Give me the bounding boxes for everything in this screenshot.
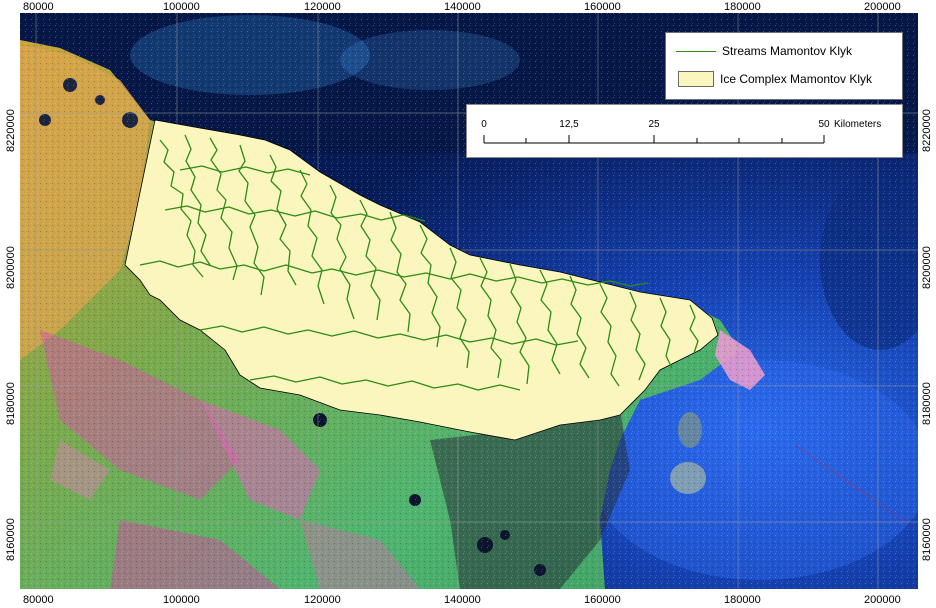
- x-tick-label: 160000: [584, 594, 621, 606]
- y-axis-right: 8220000 8200000 8180000 8160000: [921, 109, 933, 561]
- legend-item-streams: Streams Mamontov Klyk: [676, 41, 852, 61]
- y-tick-label: 8200000: [5, 246, 17, 289]
- y-tick-label: 8220000: [921, 109, 933, 152]
- y-axis-left: 8220000 8200000 8180000 8160000: [5, 109, 17, 561]
- x-tick-label: 180000: [724, 594, 761, 606]
- x-tick-label: 100000: [163, 1, 200, 13]
- x-axis-bottom: 80000 100000 120000 140000 160000 180000…: [23, 594, 901, 606]
- y-tick-label: 8180000: [921, 382, 933, 425]
- y-tick-label: 8200000: [921, 246, 933, 289]
- y-tick-label: 8180000: [5, 382, 17, 425]
- legend-label: Ice Complex Mamontov Klyk: [720, 72, 873, 86]
- y-tick-label: 8160000: [921, 518, 933, 561]
- x-tick-label: 140000: [444, 1, 481, 13]
- x-tick-label: 180000: [724, 1, 761, 13]
- x-tick-label: 160000: [584, 1, 621, 13]
- scale-bar: 0 12,5 25 50 Kilometers: [466, 104, 903, 158]
- y-tick-label: 8160000: [5, 518, 17, 561]
- x-tick-label: 80000: [23, 1, 54, 13]
- x-tick-label: 100000: [163, 594, 200, 606]
- ice-complex-fill-symbol: [678, 71, 714, 87]
- y-tick-label: 8220000: [5, 109, 17, 152]
- x-tick-label: 120000: [304, 1, 341, 13]
- map-legend: Streams Mamontov Klyk Ice Complex Mamont…: [665, 32, 903, 100]
- x-tick-label: 140000: [444, 594, 481, 606]
- x-tick-label: 200000: [864, 594, 901, 606]
- legend-label: Streams Mamontov Klyk: [722, 44, 853, 58]
- x-tick-label: 200000: [864, 1, 901, 13]
- scale-ruler: [483, 135, 825, 144]
- stream-line-symbol: [676, 50, 716, 52]
- legend-item-ice-complex: Ice Complex Mamontov Klyk: [676, 69, 872, 89]
- x-tick-label: 80000: [23, 594, 54, 606]
- x-axis-top: 80000 100000 120000 140000 160000 180000…: [23, 1, 901, 13]
- x-tick-label: 120000: [304, 594, 341, 606]
